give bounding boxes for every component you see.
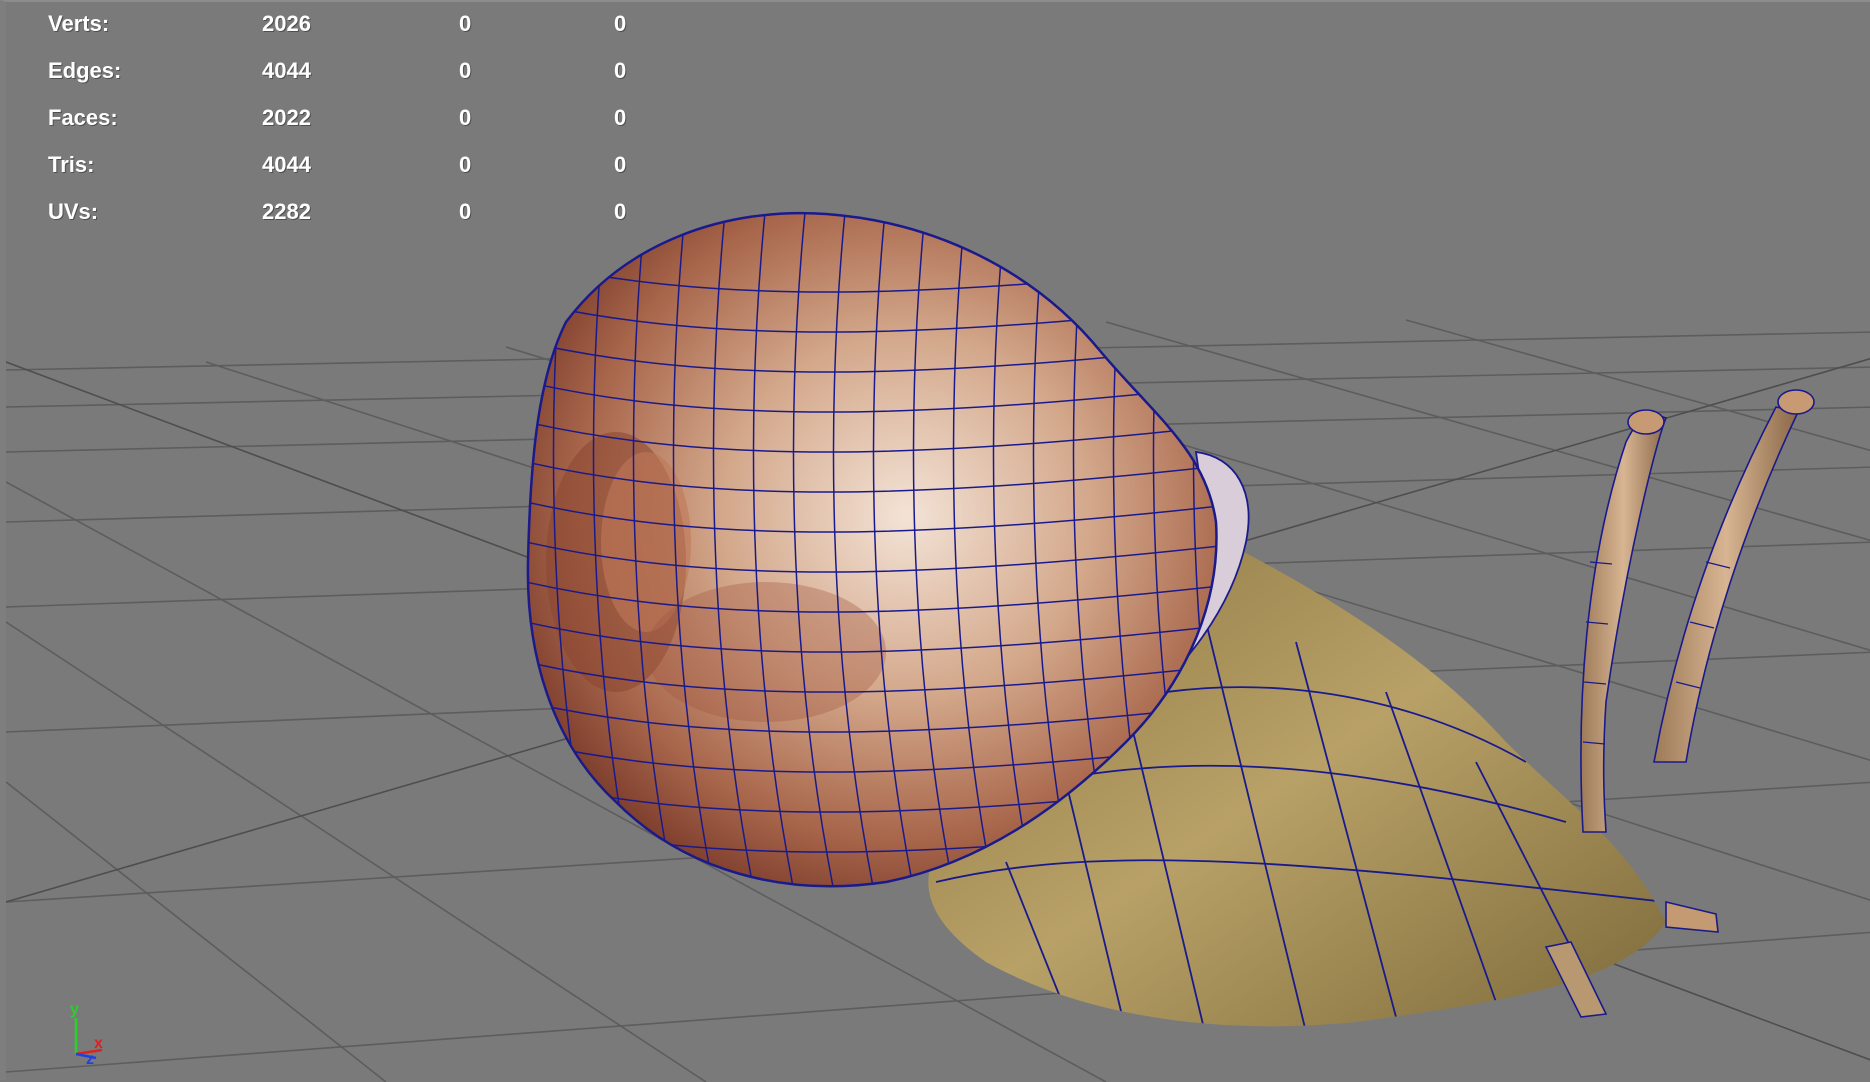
view-axis-icon: y x z	[70, 1001, 103, 1064]
axis-y-label: y	[70, 1001, 79, 1018]
axis-z-label: z	[86, 1051, 94, 1064]
hud-uv-selected: 0	[614, 199, 627, 224]
hud-count: 4044	[262, 58, 311, 83]
hud-label: Faces:	[48, 105, 118, 130]
hud-uv-selected: 0	[614, 152, 627, 177]
hud-count: 2022	[262, 105, 311, 130]
hud-label: UVs:	[48, 199, 99, 224]
3d-viewport[interactable]: Verts: 2026 0 0 Edges: 4044 0 0 Faces: 2…	[0, 0, 1870, 1082]
hud-selected: 0	[459, 199, 472, 224]
axis-x-label: x	[94, 1035, 103, 1052]
hud-label: Edges:	[48, 58, 122, 83]
hud-count: 2282	[262, 199, 311, 224]
hud-count: 2026	[262, 11, 311, 36]
hud-selected: 0	[459, 152, 472, 177]
hud-uv-selected: 0	[614, 58, 627, 83]
hud-label: Tris:	[48, 152, 95, 177]
hud-count: 4044	[262, 152, 311, 177]
hud-selected: 0	[459, 105, 472, 130]
hud-label: Verts:	[48, 11, 110, 36]
hud-uv-selected: 0	[614, 11, 627, 36]
hud-selected: 0	[459, 11, 472, 36]
hud-uv-selected: 0	[614, 105, 627, 130]
hud-selected: 0	[459, 58, 472, 83]
